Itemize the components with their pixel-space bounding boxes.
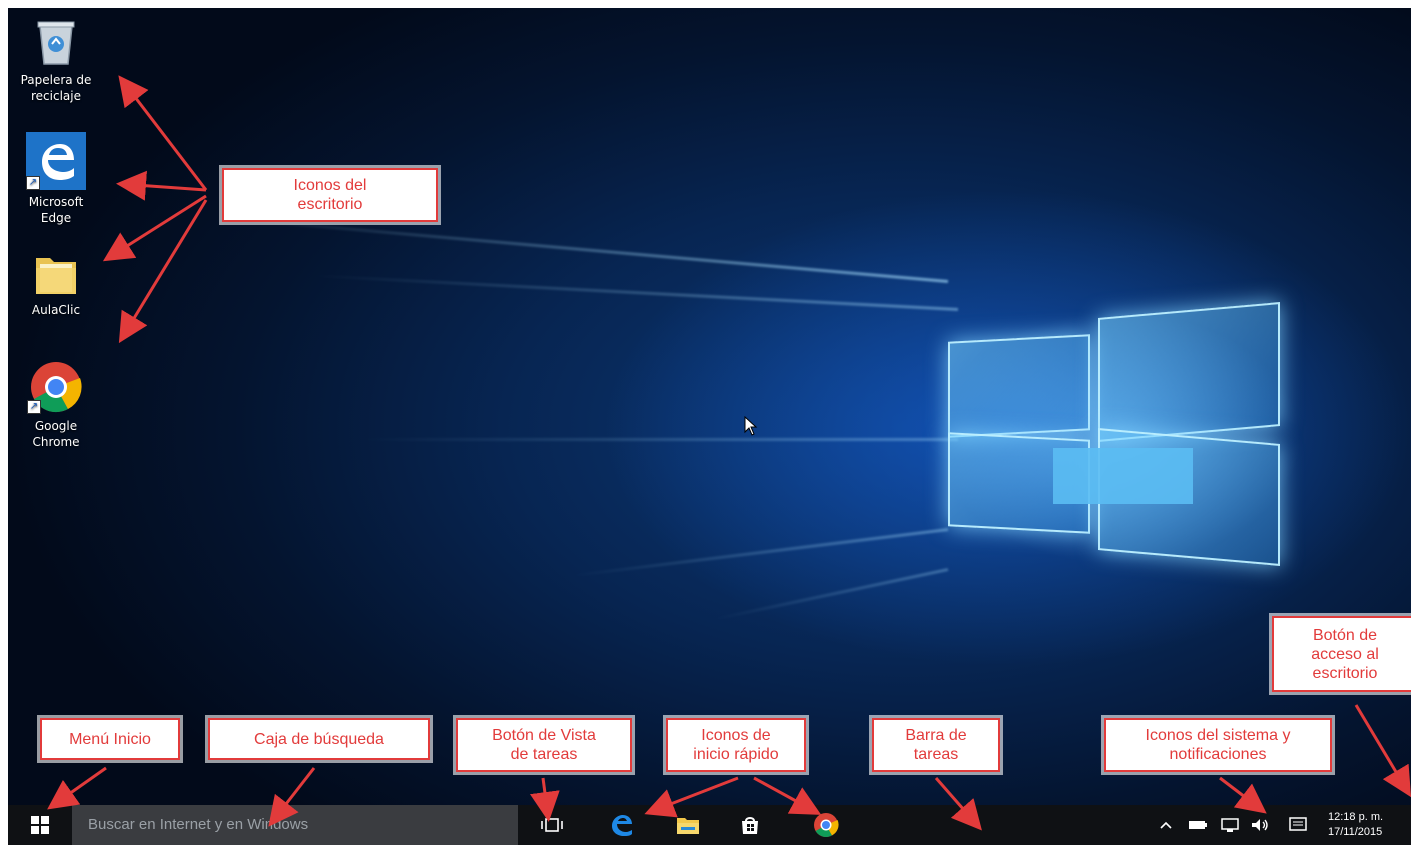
icon-label: reciclaje [31,89,81,103]
icon-label: Papelera de [20,73,92,87]
callout-text: inicio rápido [693,746,779,763]
logo-pane-top-right [1098,302,1280,442]
battery-icon [1189,821,1207,829]
volume-icon [1252,819,1268,831]
icon-label: Edge [40,211,72,225]
callout-text: Barra de [905,727,967,744]
callout-quick-launch: Iconos de inicio rápido [666,718,806,772]
task-view-icon [541,818,563,832]
logo-highlight [1053,448,1193,504]
clock-date[interactable]: 17/11/2015 [1328,826,1382,839]
edge-icon [612,815,632,836]
callout-text: Caja de búsqueda [254,730,384,748]
icon-label: Microsoft [28,195,84,209]
search-input[interactable]: Buscar en Internet y en Windows [72,805,518,845]
taskbar-store-button[interactable] [730,805,770,845]
callout-taskbar: Barra de tareas [872,718,1000,772]
callout-text: Iconos del sistema y [1145,727,1291,744]
recycle-bin-icon [37,21,75,65]
network-icon [1221,818,1239,832]
callout-system-icons: Iconos del sistema y notificaciones [1104,718,1332,772]
callout-text: Menú Inicio [69,730,151,748]
chevron-up-icon [1160,821,1172,829]
tray-volume[interactable] [1246,805,1274,845]
callout-desktop-icons: Iconos del escritorio [222,168,438,222]
icon-label: Chrome [32,435,80,449]
tray-battery[interactable] [1184,805,1212,845]
callout-start-menu: Menú Inicio [40,718,180,760]
desktop-icon-recycle-bin[interactable]: Papelera de reciclaje [11,16,101,104]
callout-text: acceso al [1311,645,1379,663]
callout-text: escritorio [297,196,363,213]
action-center-button[interactable] [1284,805,1312,845]
light-beam [308,273,959,311]
callout-search-box: Caja de búsqueda [208,718,430,760]
logo-pane-top-left [948,334,1090,438]
clock-time[interactable]: 12:18 p. m. [1328,811,1383,824]
tray-network[interactable] [1216,805,1244,845]
start-button[interactable] [20,805,60,845]
desktop-icon-aulaclic[interactable]: AulaClic [11,252,101,318]
callout-text: notificaciones [1169,746,1267,763]
callout-task-view: Botón de Vista de tareas [456,718,632,772]
folder-icon [677,818,699,834]
windows-logo-icon [31,816,49,834]
light-beam [230,217,949,283]
callout-text: Botón de Vista [492,727,596,744]
light-beam [358,438,958,441]
light-beam [570,528,949,578]
icon-label: Google [34,419,78,433]
folder-icon [36,258,76,294]
shortcut-arrow-icon: ↗ [26,176,40,190]
callout-text: Iconos del [293,177,367,194]
icon-label: AulaClic [31,303,81,317]
light-beam [712,568,949,621]
desktop-icon-chrome[interactable]: ↗ Google Chrome [11,360,101,450]
shortcut-arrow-icon: ↗ [27,400,41,414]
taskbar-chrome-button[interactable] [806,805,846,845]
notifications-icon [1289,817,1307,831]
screenshot-frame: Papelera de reciclaje ↗ Microsoft Edge A… [0,0,1411,845]
callout-text: tareas [913,746,959,763]
callout-text: escritorio [1312,664,1378,682]
show-hidden-icons-button[interactable] [1154,805,1178,845]
chrome-icon [814,813,839,838]
callout-text: de tareas [510,746,578,763]
desktop-icon-edge[interactable]: ↗ Microsoft Edge [11,132,101,226]
store-icon [742,817,758,834]
task-view-button[interactable] [532,805,572,845]
callout-text: Botón de [1312,626,1378,644]
taskbar-file-explorer-button[interactable] [668,805,708,845]
taskbar-edge-button[interactable] [602,805,642,845]
callout-text: Iconos de [701,727,771,744]
callout-show-desktop: Botón de acceso al escritorio [1272,616,1411,692]
taskbar[interactable]: Buscar en Internet y en Windows 12:18 p.… [8,805,1411,845]
mouse-cursor-icon [744,416,758,436]
